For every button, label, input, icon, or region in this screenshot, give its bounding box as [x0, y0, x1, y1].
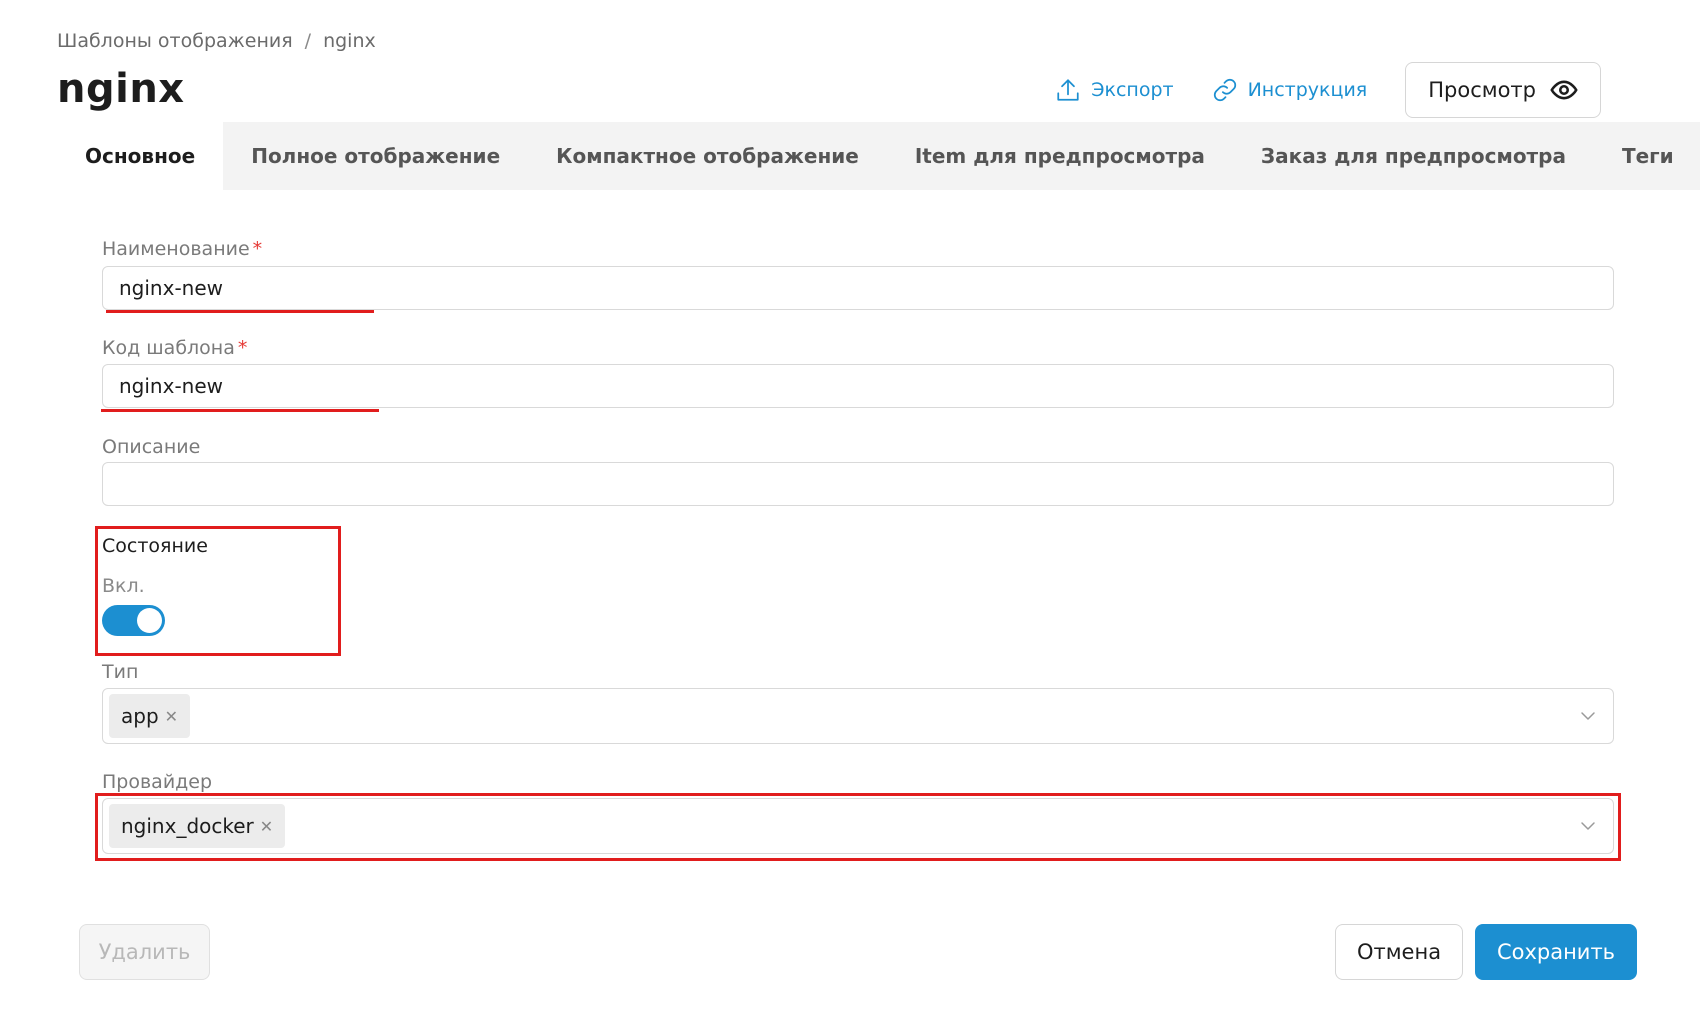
- annotation-box-state: [95, 526, 341, 656]
- required-mark: *: [237, 337, 248, 359]
- annotation-underline-name: [106, 310, 374, 313]
- delete-button[interactable]: Удалить: [79, 924, 210, 980]
- tab-order-preview[interactable]: Заказ для предпросмотра: [1233, 122, 1594, 190]
- tab-main[interactable]: Основное: [57, 122, 224, 190]
- tab-compact-view[interactable]: Компактное отображение: [528, 122, 887, 190]
- name-label-text: Наименование: [102, 238, 250, 260]
- required-mark: *: [252, 238, 263, 260]
- page-title: nginx: [57, 66, 185, 112]
- view-button[interactable]: Просмотр: [1405, 62, 1601, 118]
- code-label-text: Код шаблона: [102, 337, 235, 359]
- save-button[interactable]: Сохранить: [1475, 924, 1637, 980]
- close-icon[interactable]: ✕: [165, 707, 178, 726]
- breadcrumb-current: nginx: [323, 30, 376, 52]
- description-input[interactable]: [102, 462, 1614, 506]
- annotation-box-provider: [95, 793, 1621, 861]
- chip-label: app: [121, 704, 159, 728]
- type-label: Тип: [102, 661, 139, 683]
- breadcrumb-parent[interactable]: Шаблоны отображения: [57, 30, 293, 52]
- type-select[interactable]: app ✕: [102, 688, 1614, 744]
- breadcrumb: Шаблоны отображения / nginx: [57, 30, 376, 52]
- tab-tags[interactable]: Теги: [1594, 122, 1700, 190]
- breadcrumb-separator: /: [304, 30, 312, 52]
- description-label: Описание: [102, 436, 201, 458]
- provider-label: Провайдер: [102, 771, 213, 793]
- tab-item-preview[interactable]: Item для предпросмотра: [887, 122, 1233, 190]
- chevron-down-icon: [1581, 712, 1595, 720]
- tab-bar: Основное Полное отображение Компактное о…: [57, 122, 1700, 190]
- export-label: Экспорт: [1091, 79, 1174, 101]
- instruction-label: Инструкция: [1247, 79, 1368, 101]
- eye-icon: [1550, 80, 1578, 100]
- header-actions: Экспорт Инструкция Просмотр: [1055, 62, 1601, 118]
- name-label: Наименование *: [102, 238, 262, 260]
- upload-icon: [1057, 79, 1079, 101]
- annotation-underline-code: [101, 409, 379, 412]
- code-input[interactable]: [102, 364, 1614, 408]
- export-button[interactable]: Экспорт: [1055, 77, 1174, 103]
- view-label: Просмотр: [1428, 78, 1536, 102]
- cancel-button[interactable]: Отмена: [1335, 924, 1463, 980]
- tab-full-view[interactable]: Полное отображение: [223, 122, 528, 190]
- name-input[interactable]: [102, 266, 1614, 310]
- link-icon: [1213, 78, 1236, 102]
- instruction-button[interactable]: Инструкция: [1212, 77, 1368, 103]
- type-chip: app ✕: [109, 694, 191, 738]
- code-label: Код шаблона *: [102, 337, 247, 359]
